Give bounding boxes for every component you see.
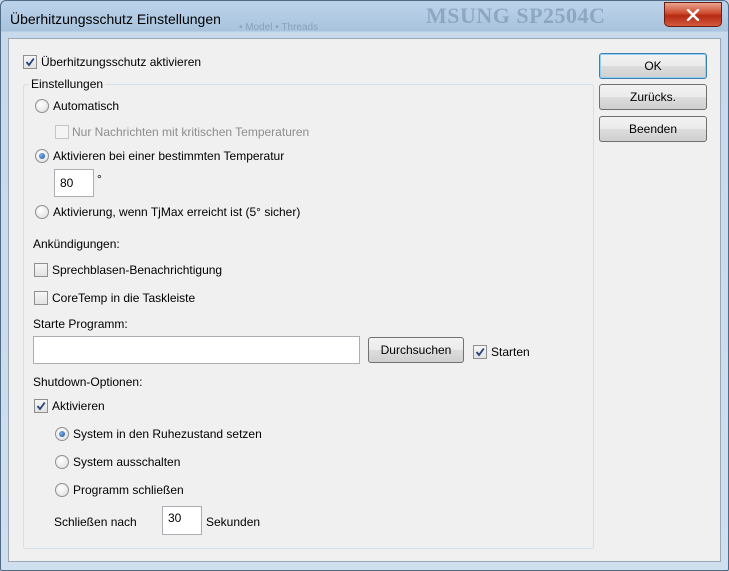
critical-only-checkbox[interactable] <box>55 125 69 139</box>
automatic-radio[interactable] <box>35 99 49 113</box>
ok-button[interactable]: OK <box>599 53 707 79</box>
critical-only-label: Nur Nachrichten mit kritischen Temperatu… <box>72 125 310 139</box>
power-off-radio[interactable] <box>55 455 69 469</box>
automatic-label: Automatisch <box>53 99 120 113</box>
close-program-radio[interactable] <box>55 483 69 497</box>
checkmark-icon <box>475 347 485 357</box>
at-temperature-radio[interactable] <box>35 149 49 163</box>
temperature-input[interactable]: 80 <box>54 169 94 197</box>
radio-selected-dot <box>39 153 45 159</box>
close-program-label: Programm schließen <box>73 483 184 497</box>
shutdown-enable-checkbox[interactable] <box>34 399 48 413</box>
background-window-subtext: • Model • Threads <box>239 22 319 33</box>
settings-group-title: Einstellungen <box>29 77 106 91</box>
taskbar-checkbox[interactable] <box>34 291 48 305</box>
title-bar[interactable]: MSUNG SP2504C • Model • Threads Überhitz… <box>1 1 728 37</box>
seconds-label: Sekunden <box>206 515 261 529</box>
shutdown-enable-label: Aktivieren <box>52 399 105 413</box>
quit-button[interactable]: Beenden <box>599 116 707 142</box>
enable-protection-label: Überhitzungsschutz aktivieren <box>41 55 202 69</box>
at-temperature-label: Aktivieren bei einer bestimmten Temperat… <box>53 149 285 163</box>
checkmark-icon <box>25 57 35 67</box>
close-after-input[interactable]: 30 <box>162 506 202 535</box>
checkmark-icon <box>36 401 46 411</box>
taskbar-label: CoreTemp in die Taskleiste <box>52 291 196 305</box>
browse-button[interactable]: Durchsuchen <box>368 337 464 363</box>
announcements-heading: Ankündigungen: <box>33 237 120 251</box>
power-off-label: System ausschalten <box>73 455 181 469</box>
start-checkbox[interactable] <box>473 345 487 359</box>
close-button[interactable] <box>664 2 722 27</box>
program-path-input[interactable] <box>33 336 360 364</box>
shutdown-heading: Shutdown-Optionen: <box>33 375 143 389</box>
dialog-window: MSUNG SP2504C • Model • Threads Überhitz… <box>0 0 729 571</box>
dialog-client-area: Überhitzungsschutz aktivieren Einstellun… <box>8 38 721 562</box>
close-after-label: Schließen nach <box>54 515 137 529</box>
balloon-checkbox[interactable] <box>34 263 48 277</box>
tjmax-radio[interactable] <box>35 205 49 219</box>
start-program-heading: Starte Programm: <box>33 317 128 331</box>
start-label: Starten <box>491 345 530 359</box>
radio-selected-dot <box>59 431 65 437</box>
hibernate-radio[interactable] <box>55 427 69 441</box>
enable-protection-checkbox[interactable] <box>23 55 37 69</box>
balloon-label: Sprechblasen-Benachrichtigung <box>52 263 223 277</box>
degree-unit: ° <box>97 172 102 186</box>
reset-button[interactable]: Zurücks. <box>599 84 707 110</box>
tjmax-label: Aktivierung, wenn TjMax erreicht ist (5°… <box>53 205 301 219</box>
hibernate-label: System in den Ruhezustand setzen <box>73 427 262 441</box>
background-window-text: MSUNG SP2504C <box>426 3 606 28</box>
close-x-icon <box>686 8 700 21</box>
window-title: Überhitzungsschutz Einstellungen <box>10 11 221 27</box>
